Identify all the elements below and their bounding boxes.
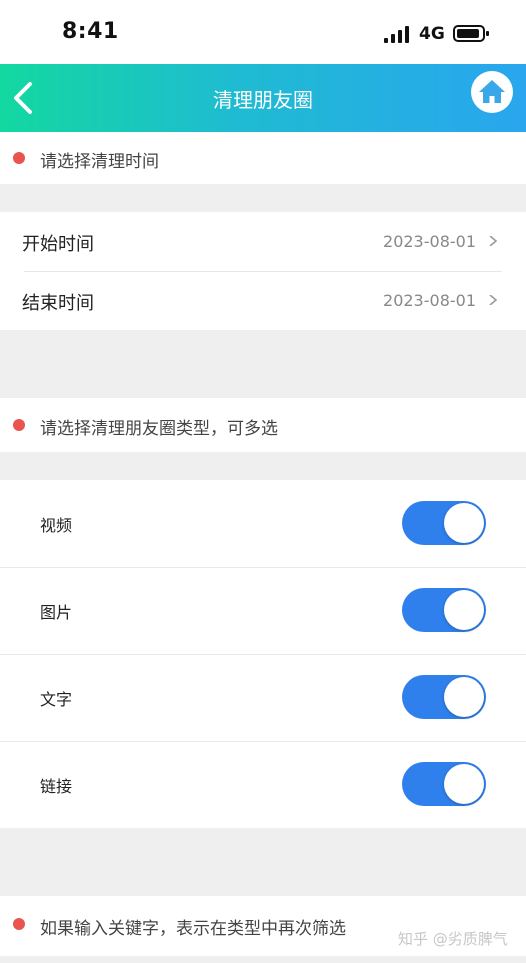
toggle-knob — [444, 764, 484, 804]
chevron-right-icon — [489, 295, 498, 305]
type-row-text: 文字 — [0, 654, 526, 741]
watermark: 知乎 @劣质脾气 — [398, 930, 508, 948]
start-date-label: 开始时间 — [22, 234, 94, 255]
toggle-knob — [444, 590, 484, 630]
cellular-signal-icon — [384, 26, 412, 43]
time-section-title: 请选择清理时间 — [40, 152, 159, 172]
type-toggle-card: 视频 图片 文字 链接 — [0, 480, 526, 828]
type-row-link: 链接 — [0, 741, 526, 828]
end-date-row[interactable]: 结束时间 2023-08-01 — [0, 271, 526, 330]
link-toggle-switch[interactable] — [402, 762, 486, 806]
image-toggle-switch[interactable] — [402, 588, 486, 632]
type-label-video: 视频 — [40, 516, 73, 535]
indicator-dot — [13, 152, 25, 164]
type-row-video: 视频 — [0, 480, 526, 567]
end-date-label: 结束时间 — [22, 293, 94, 314]
home-icon — [479, 80, 505, 103]
date-range-card: 开始时间 2023-08-01 结束时间 2023-08-01 — [0, 212, 526, 330]
toggle-knob — [444, 677, 484, 717]
page-title: 清理朋友圈 — [213, 88, 313, 112]
cleanup-moments-screen: 8:41 4G 清理朋友圈 请选择清理时间 开始时间 2023-08-01 结束… — [0, 0, 526, 963]
text-toggle-switch[interactable] — [402, 675, 486, 719]
end-date-value: 2023-08-01 — [383, 291, 476, 310]
nav-bar: 清理朋友圈 — [0, 64, 526, 132]
status-time: 8:41 — [62, 19, 119, 44]
type-label-link: 链接 — [40, 777, 73, 796]
type-section-title: 请选择清理朋友圈类型，可多选 — [40, 419, 278, 439]
status-bar: 8:41 4G — [0, 0, 526, 64]
keyword-section-title: 如果输入关键字，表示在类型中再次筛选 — [40, 919, 346, 939]
time-section-header: 请选择清理时间 — [0, 132, 526, 184]
battery-icon — [453, 25, 489, 42]
video-toggle-switch[interactable] — [402, 501, 486, 545]
indicator-dot — [13, 419, 25, 431]
network-type: 4G — [419, 24, 445, 44]
type-label-text: 文字 — [40, 690, 73, 709]
toggle-knob — [444, 503, 484, 543]
type-row-image: 图片 — [0, 567, 526, 654]
home-button[interactable] — [471, 71, 513, 113]
start-date-row[interactable]: 开始时间 2023-08-01 — [0, 212, 526, 272]
chevron-right-icon — [489, 236, 498, 246]
indicator-dot — [13, 918, 25, 930]
start-date-value: 2023-08-01 — [383, 232, 476, 251]
type-section-header: 请选择清理朋友圈类型，可多选 — [0, 398, 526, 452]
type-label-image: 图片 — [40, 603, 73, 622]
